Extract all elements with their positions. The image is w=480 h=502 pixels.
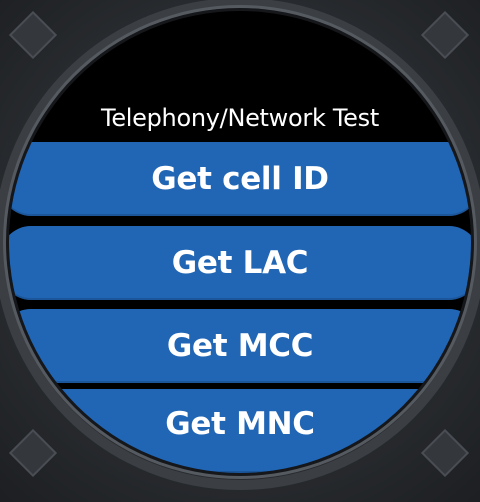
page-title: Telephony/Network Test [101,104,379,132]
get-cell-id-button[interactable]: Get cell ID [9,142,471,216]
get-lac-button[interactable]: Get LAC [9,226,471,300]
watch-screen: Telephony/Network Test Get cell ID Get L… [9,11,471,473]
get-mcc-button[interactable]: Get MCC [9,309,471,383]
get-lac-label: Get LAC [171,245,309,281]
get-mnc-button[interactable]: Get MNC [9,389,471,473]
get-cell-id-label: Get cell ID [151,161,329,197]
get-mcc-label: Get MCC [166,328,314,364]
get-mnc-label: Get MNC [165,406,315,442]
